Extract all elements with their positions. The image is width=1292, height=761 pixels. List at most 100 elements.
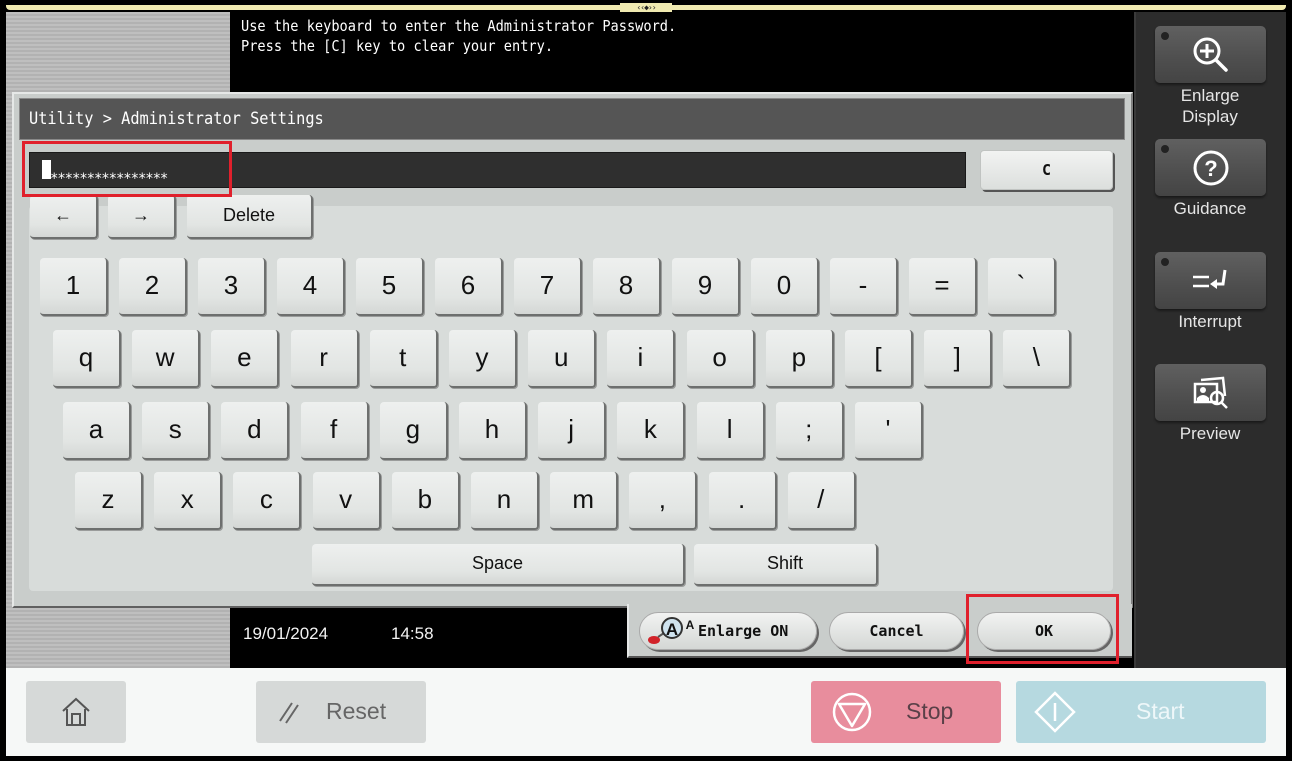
key-row2-7[interactable]: i (607, 330, 676, 388)
key-row2-6[interactable]: u (528, 330, 597, 388)
clear-button[interactable]: C (980, 150, 1113, 190)
key-row2-1[interactable]: w (132, 330, 201, 388)
key-row1-0[interactable]: 1 (40, 258, 108, 316)
status-time: 14:58 (391, 624, 434, 643)
delete-button[interactable]: Delete (187, 195, 313, 239)
space-key[interactable]: Space (312, 544, 685, 586)
enlarge-display-label-line2: Display (1182, 107, 1238, 126)
enlarge-display-button[interactable] (1155, 26, 1266, 83)
key-row4-7[interactable]: , (629, 472, 698, 530)
key-row2-11[interactable]: ] (924, 330, 993, 388)
preview-button[interactable] (1155, 364, 1266, 421)
message-area: Use the keyboard to enter the Administra… (231, 12, 1134, 92)
breadcrumb: Utility > Administrator Settings (29, 109, 324, 129)
panel-handle[interactable]: ‹‹◆›› (620, 3, 672, 12)
key-row3-7[interactable]: k (617, 402, 686, 460)
preview-label: Preview (1179, 424, 1241, 443)
key-row2-5[interactable]: y (449, 330, 517, 388)
shift-key[interactable]: Shift (694, 544, 878, 586)
svg-text:?: ? (1204, 156, 1217, 181)
interrupt-label: Interrupt (1178, 312, 1242, 331)
key-row3-8[interactable]: l (696, 402, 765, 460)
key-row3-3[interactable]: f (300, 402, 369, 460)
key-row3-10[interactable]: ' (855, 402, 923, 460)
key-row2-10[interactable]: [ (845, 330, 913, 388)
key-row1-5[interactable]: 6 (435, 258, 503, 316)
reset-icon (279, 702, 299, 724)
key-row2-12[interactable]: \ (1003, 330, 1072, 388)
guidance-label: Guidance (1173, 199, 1247, 218)
key-row2-8[interactable]: o (686, 330, 755, 388)
key-row4-3[interactable]: v (312, 472, 381, 530)
password-input[interactable]: **************** (29, 152, 966, 188)
password-value: **************** (50, 171, 168, 187)
control-bar: Reset Stop Start (6, 668, 1286, 756)
stop-icon (832, 692, 872, 732)
reset-label: Reset (326, 698, 387, 724)
key-row1-7[interactable]: 8 (593, 258, 661, 316)
key-row3-4[interactable]: g (379, 402, 448, 460)
enlarge-text-icon: A A (648, 617, 695, 644)
key-row3-0[interactable]: a (63, 402, 131, 460)
status-bar: 19/01/2024 14:58 (231, 610, 626, 668)
cursor-right-button[interactable]: → (108, 195, 176, 239)
text-caret (42, 160, 51, 179)
preview-icon (1193, 376, 1228, 409)
cursor-left-button[interactable]: ← (30, 195, 98, 239)
password-dialog: Utility > Administrator Settings *******… (12, 92, 1133, 608)
reset-button[interactable]: Reset (256, 681, 426, 743)
dialog-action-bar: A A Enlarge ON Cancel OK (627, 604, 1132, 658)
key-row1-11[interactable]: = (909, 258, 977, 316)
key-row1-9[interactable]: 0 (751, 258, 819, 316)
key-row1-1[interactable]: 2 (119, 258, 187, 316)
key-row2-2[interactable]: e (211, 330, 280, 388)
interrupt-button[interactable] (1155, 252, 1266, 309)
indicator-led (1161, 145, 1169, 153)
key-row4-5[interactable]: n (471, 472, 539, 530)
key-row1-6[interactable]: 7 (514, 258, 582, 316)
key-row3-2[interactable]: d (221, 402, 290, 460)
enlarge-on-label: Enlarge ON (698, 622, 789, 640)
zoom-in-icon (1193, 37, 1228, 72)
key-row1-4[interactable]: 5 (356, 258, 424, 316)
cancel-button[interactable]: Cancel (829, 612, 964, 650)
svg-text:A: A (666, 620, 678, 639)
key-row1-12[interactable]: ` (988, 258, 1056, 316)
key-row4-6[interactable]: m (550, 472, 619, 530)
key-row2-0[interactable]: q (53, 330, 121, 388)
key-row3-1[interactable]: s (142, 402, 211, 460)
home-icon (62, 697, 90, 726)
start-label: Start (1136, 698, 1185, 724)
key-row1-8[interactable]: 9 (672, 258, 740, 316)
key-row1-3[interactable]: 4 (277, 258, 345, 316)
enlarge-display-label-line1: Enlarge (1180, 86, 1240, 105)
message-line-2: Press the [C] key to clear your entry. (241, 37, 554, 55)
key-row1-2[interactable]: 3 (198, 258, 266, 316)
guidance-button[interactable]: ? (1155, 139, 1266, 196)
start-icon (1034, 691, 1076, 733)
key-row2-3[interactable]: r (290, 330, 359, 388)
key-row2-4[interactable]: t (369, 330, 438, 388)
key-row4-1[interactable]: x (154, 472, 223, 530)
key-row4-0[interactable]: z (75, 472, 143, 530)
key-row4-8[interactable]: . (708, 472, 777, 530)
ok-button[interactable]: OK (977, 612, 1111, 650)
svg-text:A: A (686, 618, 695, 632)
indicator-led (1161, 32, 1169, 40)
interrupt-icon (1192, 269, 1226, 289)
key-row4-2[interactable]: c (233, 472, 302, 530)
key-row3-5[interactable]: h (459, 402, 527, 460)
home-button[interactable] (26, 681, 126, 743)
key-row3-6[interactable]: j (538, 402, 607, 460)
stop-button[interactable]: Stop (811, 681, 1001, 743)
key-row1-10[interactable]: - (830, 258, 898, 316)
key-row4-4[interactable]: b (391, 472, 460, 530)
side-panel: Enlarge Display ? Guidance Interrupt Pre… (1134, 12, 1286, 668)
key-row3-9[interactable]: ; (775, 402, 844, 460)
start-button[interactable]: Start (1016, 681, 1266, 743)
key-row4-9[interactable]: / (787, 472, 856, 530)
key-row2-9[interactable]: p (765, 330, 834, 388)
enlarge-on-button[interactable]: A A Enlarge ON (639, 612, 817, 650)
message-line-1: Use the keyboard to enter the Administra… (241, 17, 677, 35)
status-date: 19/01/2024 (243, 624, 329, 643)
